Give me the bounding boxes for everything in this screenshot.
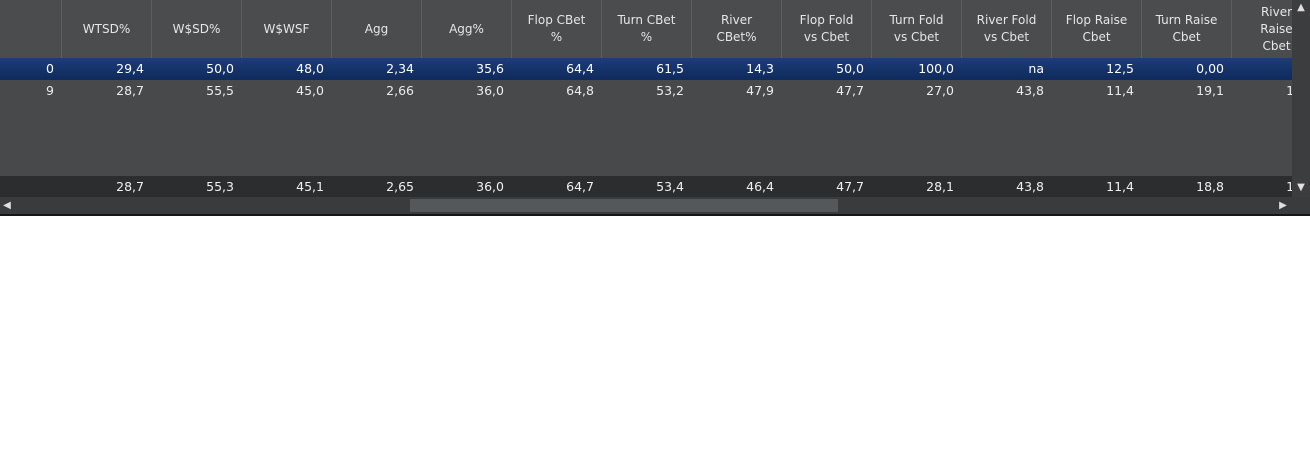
cell-w-sd: 55,5 bbox=[206, 83, 234, 98]
column-header-flop-cbet[interactable]: Flop CBet % bbox=[512, 0, 602, 58]
total-cell-blank bbox=[0, 176, 62, 197]
cell-turn-cbet: 61,5 bbox=[656, 61, 684, 76]
column-header-wtsd[interactable]: WTSD% bbox=[62, 0, 152, 58]
column-header-flop-fold-vs-cbet[interactable]: Flop Fold vs Cbet bbox=[782, 0, 872, 58]
cell-agg: 2,34 bbox=[386, 61, 414, 76]
cell-flop-fold-vs-cbet: 47,7 bbox=[836, 83, 864, 98]
grid-bottom-border bbox=[0, 214, 1310, 216]
column-header-agg[interactable]: Agg bbox=[332, 0, 422, 58]
cell-flop-fold-vs-cbet: 50,0 bbox=[836, 61, 864, 76]
totals-row: 28,7 55,3 45,1 2,65 36,0 64,7 53,4 46,4 47,7 28,1… bbox=[0, 176, 1292, 197]
column-header-turn-fold-vs-cbet[interactable]: Turn Fold vs Cbet bbox=[872, 0, 962, 58]
cell-agg: 2,66 bbox=[386, 83, 414, 98]
cell-river-fold-vs-cbet: 43,8 bbox=[1016, 83, 1044, 98]
cell-river-fold-vs-cbet: na bbox=[1028, 61, 1044, 76]
cell-w-sd: 50,0 bbox=[206, 61, 234, 76]
scroll-down-arrow-icon[interactable]: ▼ bbox=[1292, 180, 1310, 196]
cell-river-cbet: 14,3 bbox=[746, 61, 774, 76]
total-cell-river-fold-vs-cbet: 43,8 bbox=[1016, 179, 1044, 194]
cell-agg: 35,6 bbox=[476, 61, 504, 76]
total-cell-river-raise-cbet: 15,4 bbox=[1286, 179, 1292, 194]
total-cell-agg: 36,0 bbox=[476, 179, 504, 194]
total-cell-turn-fold-vs-cbet: 28,1 bbox=[926, 179, 954, 194]
cell-turn-cbet: 53,2 bbox=[656, 83, 684, 98]
cell-turn-raise-cbet: 19,1 bbox=[1196, 83, 1224, 98]
horizontal-scroll-thumb[interactable] bbox=[410, 199, 838, 212]
cell-turn-fold-vs-cbet: 27,0 bbox=[926, 83, 954, 98]
table-row-selected[interactable]: 0 29,4 50,0 48,0 2,34 35,6 64,4 61,5 14,3 50,0 100… bbox=[0, 58, 1292, 80]
total-cell-flop-fold-vs-cbet: 47,7 bbox=[836, 179, 864, 194]
column-header-agg[interactable]: Agg% bbox=[422, 0, 512, 58]
column-header-turn-cbet[interactable]: Turn CBet % bbox=[602, 0, 692, 58]
scroll-right-arrow-icon[interactable]: ▶ bbox=[1276, 197, 1290, 214]
cell-w-wsf: 45,0 bbox=[296, 83, 324, 98]
cell-wtsd: 29,4 bbox=[116, 61, 144, 76]
scroll-up-arrow-icon[interactable]: ▲ bbox=[1292, 0, 1310, 16]
total-cell-w-sd: 55,3 bbox=[206, 179, 234, 194]
column-header-turn-raise-cbet[interactable]: Turn Raise Cbet bbox=[1142, 0, 1232, 58]
column-header-w-sd[interactable]: W$SD% bbox=[152, 0, 242, 58]
cell-turn-raise-cbet: 0,00 bbox=[1196, 61, 1224, 76]
total-cell-turn-cbet: 53,4 bbox=[656, 179, 684, 194]
total-cell-flop-cbet: 64,7 bbox=[566, 179, 594, 194]
vertical-scrollbar[interactable]: ▲ ▼ bbox=[1292, 0, 1310, 197]
total-cell-river-cbet: 46,4 bbox=[746, 179, 774, 194]
column-header-row: WTSD% W$SD% W$WSF Agg Agg% Flop CBet % Turn CB… bbox=[0, 0, 1292, 58]
cell-river-raise-cbet: na bbox=[1232, 58, 1292, 80]
table-row[interactable]: 9 28,7 55,5 45,0 2,66 36,0 64,8 53,2 47,9 47,7 27,… bbox=[0, 80, 1292, 102]
cell-flop-raise-cbet: 11,4 bbox=[1106, 83, 1134, 98]
stats-grid: WTSD% W$SD% W$WSF Agg Agg% Flop CBet % Turn CB… bbox=[0, 0, 1310, 216]
cell-wtsd: 28,7 bbox=[116, 83, 144, 98]
total-cell-turn-raise-cbet: 18,8 bbox=[1196, 179, 1224, 194]
total-cell-w-wsf: 45,1 bbox=[296, 179, 324, 194]
grid-viewport: WTSD% W$SD% W$WSF Agg Agg% Flop CBet % Turn CB… bbox=[0, 0, 1292, 197]
cell-river-cbet: 47,9 bbox=[746, 83, 774, 98]
column-header-flop-raise-cbet[interactable]: Flop Raise Cbet bbox=[1052, 0, 1142, 58]
total-cell-flop-raise-cbet: 11,4 bbox=[1106, 179, 1134, 194]
cell-flop-cbet: 64,8 bbox=[566, 83, 594, 98]
cell-w-wsf: 48,0 bbox=[296, 61, 324, 76]
column-header-river-raise-cbet[interactable]: River Raise Cbet bbox=[1232, 0, 1292, 58]
cell-blank: 0 bbox=[46, 61, 54, 76]
scrollbar-corner bbox=[1292, 197, 1310, 214]
column-header-river-fold-vs-cbet[interactable]: River Fold vs Cbet bbox=[962, 0, 1052, 58]
column-header-blank[interactable] bbox=[0, 0, 62, 58]
scroll-left-arrow-icon[interactable]: ◀ bbox=[0, 197, 14, 214]
total-cell-agg: 2,65 bbox=[386, 179, 414, 194]
horizontal-scrollbar[interactable]: ◀ ▶ bbox=[0, 197, 1292, 214]
cell-blank: 9 bbox=[46, 83, 54, 98]
total-cell-wtsd: 28,7 bbox=[116, 179, 144, 194]
cell-agg: 36,0 bbox=[476, 83, 504, 98]
cell-turn-fold-vs-cbet: 100,0 bbox=[918, 61, 954, 76]
cell-flop-raise-cbet: 12,5 bbox=[1106, 61, 1134, 76]
cell-river-raise-cbet: 15,4 bbox=[1286, 83, 1292, 98]
column-header-river-cbet[interactable]: River CBet% bbox=[692, 0, 782, 58]
cell-flop-cbet: 64,4 bbox=[566, 61, 594, 76]
column-header-w-wsf[interactable]: W$WSF bbox=[242, 0, 332, 58]
